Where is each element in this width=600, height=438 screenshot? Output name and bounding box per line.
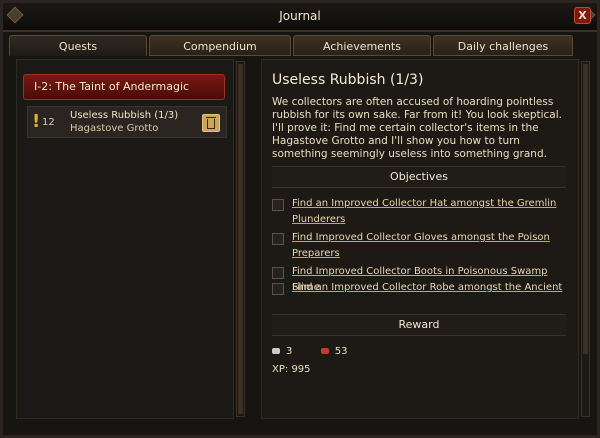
scroll-thumb[interactable] [238,64,243,414]
objective-text: Find an Improved Collector Robe amongst … [292,282,563,293]
quest-list-item[interactable]: ! 12 Useless Rubbish (1/3) Hagastove Gro… [27,106,227,138]
close-button[interactable]: X [574,7,591,24]
tab-compendium[interactable]: Compendium [149,35,291,56]
tab-bar: Quests Compendium Achievements Daily cha… [9,35,591,57]
objective-checkbox [272,283,284,295]
quest-list-panel: I-2: The Taint of Andermagic ! 12 Useles… [16,59,234,419]
tab-achievements[interactable]: Achievements [293,35,431,56]
tab-quests[interactable]: Quests [9,35,147,56]
objective-checkbox [272,199,284,211]
reward-currency: 3 53 [272,346,347,357]
objective-text: Find an Improved Collector Hat amongst t… [292,198,557,225]
quest-name: Useless Rubbish (1/3) [70,110,179,121]
xp-label: XP: [272,364,289,375]
objective-item[interactable]: Find an Improved Collector Robe amongst … [272,280,566,296]
trash-icon[interactable] [202,114,220,132]
reward-header: Reward [272,314,566,336]
objective-item[interactable]: Find Improved Collector Gloves amongst t… [272,230,566,262]
quest-title: Useless Rubbish (1/3) [272,72,424,88]
right-scrollbar[interactable] [581,61,590,417]
objective-checkbox [272,267,284,279]
title-bar: Journal [3,3,597,32]
reward-xp: XP: 995 [272,364,311,375]
quest-level: 12 [42,117,55,128]
quest-marker-icon: ! [32,111,41,132]
objective-text: Find Improved Collector Gloves amongst t… [292,232,550,259]
journal-window: Journal X Quests Compendium Achievements… [0,0,600,438]
left-scrollbar[interactable] [236,61,245,417]
window-title: Journal [279,9,321,23]
silver-amount: 3 [286,346,293,357]
xp-amount: 995 [291,364,311,375]
tab-daily-challenges[interactable]: Daily challenges [433,35,573,56]
chapter-header[interactable]: I-2: The Taint of Andermagic [23,74,225,100]
scroll-thumb[interactable] [583,64,588,354]
objective-item[interactable]: Find an Improved Collector Hat amongst t… [272,196,566,228]
quest-location: Hagastove Grotto [70,123,159,134]
objective-checkbox [272,233,284,245]
objectives-header: Objectives [272,166,566,188]
quest-detail-panel: Useless Rubbish (1/3) We collectors are … [261,59,579,419]
silver-coin-icon [272,348,280,354]
ruby-amount: 53 [334,346,348,357]
objective-item[interactable]: Find Improved Collector Boots in Poisono… [272,264,566,293]
quest-description: We collectors are often accused of hoard… [272,96,562,160]
ruby-icon [320,348,329,354]
